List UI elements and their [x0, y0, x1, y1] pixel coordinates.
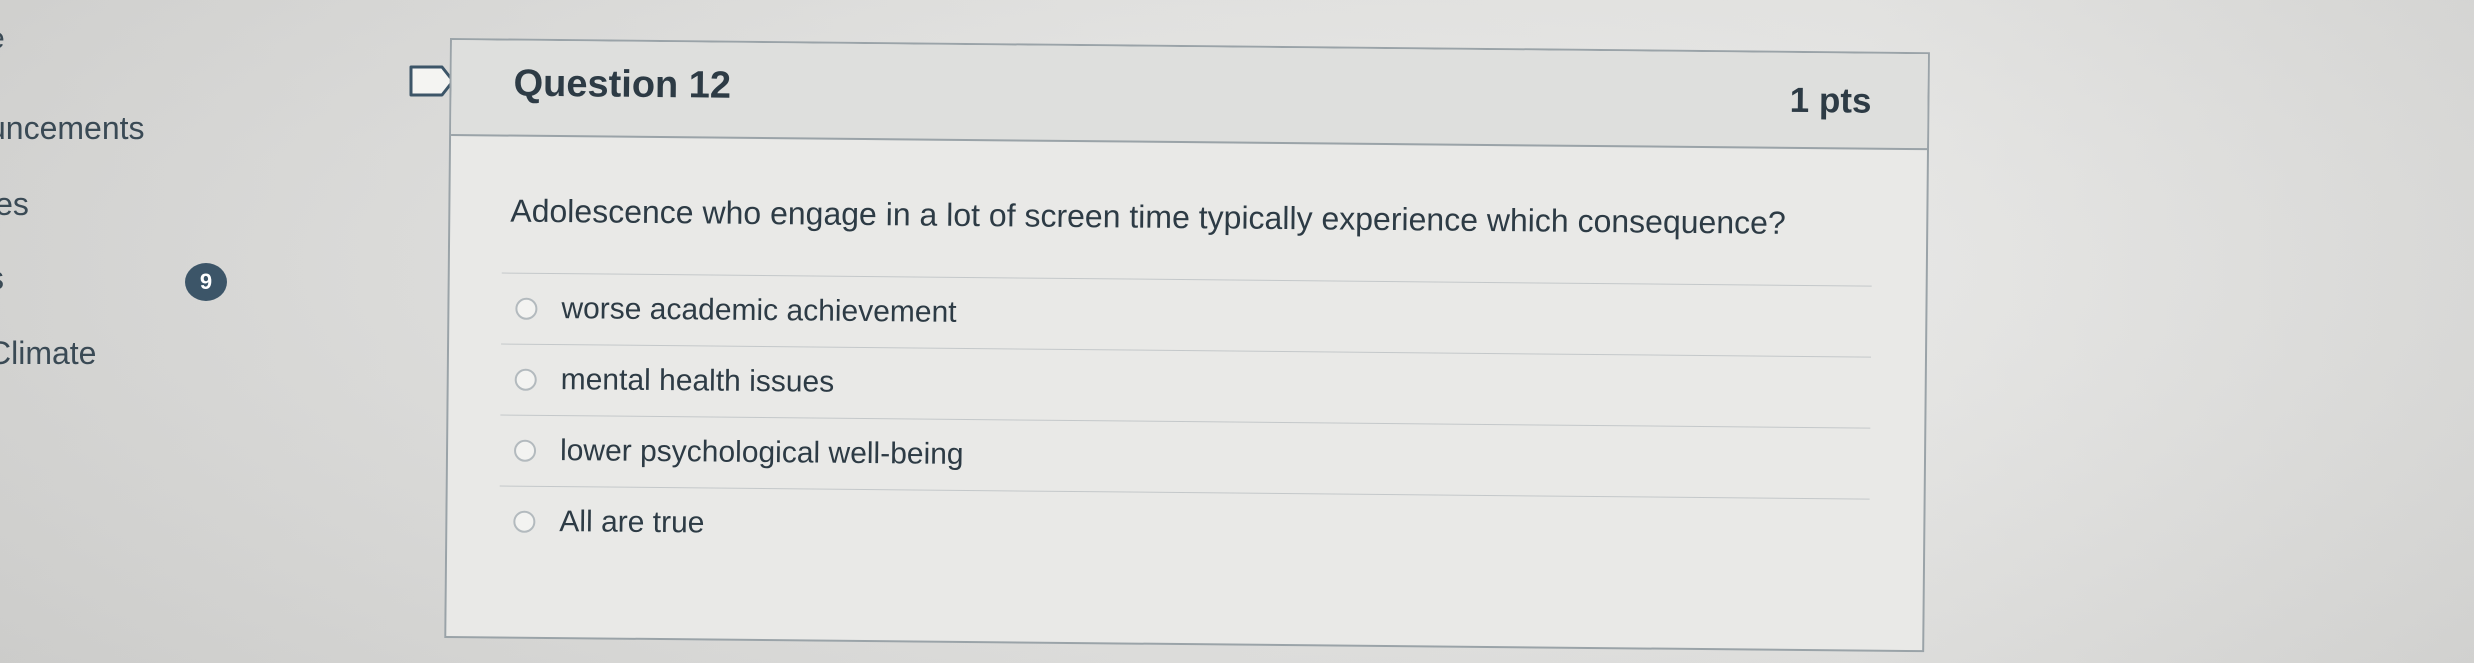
answer-label[interactable]: lower psychological well-being: [560, 434, 964, 472]
answer-option[interactable]: mental health issues: [500, 343, 1872, 428]
answer-label[interactable]: All are true: [559, 505, 704, 540]
answer-label[interactable]: mental health issues: [561, 363, 835, 400]
radio-button-icon[interactable]: [513, 510, 536, 533]
nav-item-climate[interactable]: Climate: [0, 335, 96, 372]
nav-item-cropped-top[interactable]: e: [0, 22, 5, 56]
unread-count-badge: 9: [185, 263, 227, 301]
nav-item-modules[interactable]: les: [0, 186, 29, 223]
question-text: Adolescence who engage in a lot of scree…: [510, 192, 1786, 241]
course-navigation: e uncements les s 9 Climate: [0, 0, 260, 663]
answer-option[interactable]: lower psychological well-being: [499, 414, 1871, 499]
answer-option[interactable]: worse academic achievement: [501, 272, 1872, 357]
question-card: Question 12 1 pts Adolescence who engage…: [444, 38, 1930, 653]
radio-button-icon[interactable]: [515, 297, 538, 320]
nav-item-grades[interactable]: s: [0, 260, 4, 297]
question-points: 1 pts: [1789, 80, 1872, 121]
radio-button-icon[interactable]: [514, 368, 537, 391]
answer-option[interactable]: All are true: [499, 485, 1870, 570]
nav-item-announcements[interactable]: uncements: [0, 110, 145, 147]
answer-label[interactable]: worse academic achievement: [561, 292, 956, 330]
question-title: Question 12: [513, 62, 732, 107]
radio-button-icon[interactable]: [513, 439, 537, 462]
question-header: Question 12 1 pts: [451, 40, 1928, 151]
answer-list: worse academic achievement mental health…: [499, 272, 1872, 570]
